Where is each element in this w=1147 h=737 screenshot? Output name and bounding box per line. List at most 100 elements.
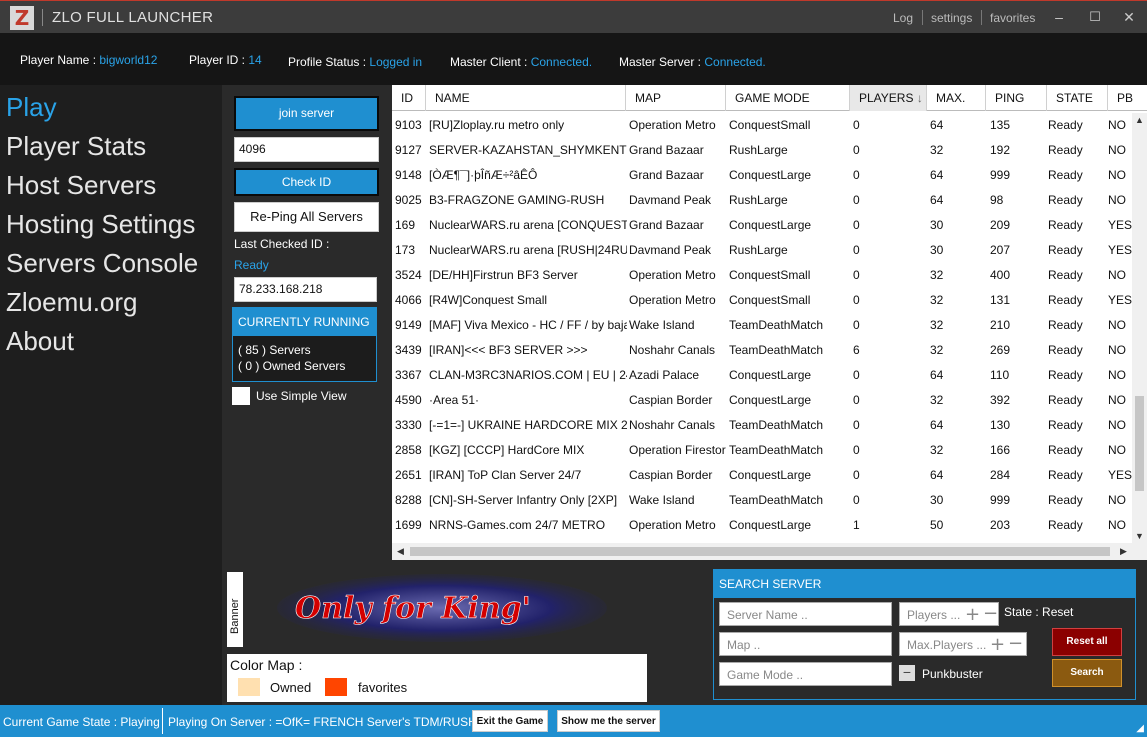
column-name[interactable]: NAME	[426, 85, 626, 111]
players-filter-input[interactable]: Players ... + −	[899, 602, 999, 626]
cell-id: 3524	[395, 268, 422, 282]
show-server-button[interactable]: Show me the server	[557, 710, 660, 732]
cell-game-mode: ConquestLarge	[729, 368, 812, 382]
table-row[interactable]: 173 NuclearWARS.ru arena [RUSH|24RUS Davma…	[392, 238, 1132, 263]
punkbuster-checkbox[interactable]: −	[899, 665, 915, 681]
table-row[interactable]: 9127 SERVER-KAZAHSTAN_SHYMKENT Grand Bazaa…	[392, 138, 1132, 163]
state-filter-label[interactable]: State : Reset	[1004, 605, 1073, 619]
footer-separator	[162, 708, 163, 734]
horizontal-scrollbar[interactable]: ◀ ▶	[392, 543, 1147, 560]
cell-map: Operation Firestor	[629, 443, 726, 457]
nav-player-stats[interactable]: Player Stats	[6, 131, 146, 162]
cell-map: Grand Bazaar	[629, 218, 704, 232]
close-icon[interactable]: ✕	[1119, 7, 1139, 27]
reset-all-button[interactable]: Reset all	[1052, 628, 1122, 656]
nav-servers-console[interactable]: Servers Console	[6, 248, 198, 279]
cell-pb: YES	[1108, 218, 1132, 232]
title-link-separator	[922, 10, 923, 25]
max-players-plus-icon[interactable]: +	[990, 636, 1005, 654]
players-plus-icon[interactable]: +	[965, 606, 980, 624]
profile-status: Profile Status : Logged in	[288, 55, 422, 69]
scroll-down-icon[interactable]: ▼	[1135, 531, 1144, 541]
cell-game-mode: TeamDeathMatch	[729, 343, 824, 357]
server-name-search-input[interactable]: Server Name ..	[719, 602, 892, 626]
scroll-up-icon[interactable]: ▲	[1135, 115, 1144, 125]
vertical-scroll-thumb[interactable]	[1135, 396, 1144, 491]
cell-name: NuclearWARS.ru arena [RUSH|24RUS	[429, 243, 627, 257]
log-link[interactable]: Log	[893, 11, 913, 25]
cell-map: Grand Bazaar	[629, 143, 704, 157]
table-row[interactable]: 9103 [RU]Zloplay.ru metro only Operation M…	[392, 113, 1132, 138]
table-row[interactable]: 9025 B3-FRAGZONE GAMING-RUSH Davmand Peak R…	[392, 188, 1132, 213]
table-row[interactable]: 3330 [-=1=-] UKRAINE HARDCORE MIX 24 Nosha…	[392, 413, 1132, 438]
column-id[interactable]: ID	[392, 85, 426, 111]
banner-tab[interactable]: Banner	[227, 572, 243, 647]
players-minus-icon[interactable]: −	[983, 605, 998, 623]
scroll-right-icon[interactable]: ▶	[1120, 546, 1127, 557]
nav-hosting-settings[interactable]: Hosting Settings	[6, 209, 195, 240]
search-server-panel: SEARCH SERVER Server Name .. Map .. Game…	[713, 569, 1136, 700]
join-server-button[interactable]: join server	[234, 96, 379, 131]
column-map[interactable]: MAP	[626, 85, 726, 111]
column-game-mode[interactable]: GAME MODE	[726, 85, 850, 111]
map-search-input[interactable]: Map ..	[719, 632, 892, 656]
cell-id: 9127	[395, 143, 422, 157]
nav-about[interactable]: About	[6, 326, 74, 357]
horizontal-scroll-thumb[interactable]	[410, 547, 1110, 556]
table-row[interactable]: 3367 CLAN-M3RC3NARIOS.COM | EU | 24/Azadi…	[392, 363, 1132, 388]
column-ping[interactable]: PING	[986, 85, 1047, 111]
table-row[interactable]: 9148 [ÒÆ¶¯]·þÎñÆ÷²âÊÔ Grand Bazaar Conquest…	[392, 163, 1132, 188]
exit-game-button[interactable]: Exit the Game	[472, 710, 548, 732]
resize-grip-icon[interactable]: ◢	[1136, 723, 1144, 734]
table-row[interactable]: 2651 [IRAN] ToP Clan Server 24/7 Caspian B…	[392, 463, 1132, 488]
table-row[interactable]: 4590 ·Area 51· Caspian Border ConquestLarge…	[392, 388, 1132, 413]
table-row[interactable]: 2858 [KGZ] [CCCP] HardCore MIX Operation F…	[392, 438, 1132, 463]
player-name-value: bigworld12	[99, 53, 158, 67]
game-mode-search-input[interactable]: Game Mode ..	[719, 662, 892, 686]
nav-zloemu[interactable]: Zloemu.org	[6, 287, 138, 318]
server-table: ID NAME MAP GAME MODE PLAYERS ↓ MAX. PIN…	[392, 85, 1147, 560]
table-row[interactable]: 3524 [DE/HH]Firstrun BF3 Server Operation …	[392, 263, 1132, 288]
app-title: ZLO FULL LAUNCHER	[52, 9, 214, 26]
running-servers-count: ( 85 ) Servers	[238, 343, 311, 357]
column-pb[interactable]: PB	[1108, 85, 1147, 111]
table-row[interactable]: 4066 [R4W]Conquest Small Operation Metro Co…	[392, 288, 1132, 313]
cell-pb: NO	[1108, 318, 1126, 332]
favorites-link[interactable]: favorites	[990, 11, 1035, 25]
table-row[interactable]: 8288 [CN]-SH-Server Infantry Only [2XP] Wa…	[392, 488, 1132, 513]
cell-game-mode: ConquestSmall	[729, 268, 811, 282]
nav-host-servers[interactable]: Host Servers	[6, 170, 156, 201]
cell-players: 0	[853, 118, 860, 132]
table-row[interactable]: 3439 [IRAN]<<< BF3 SERVER >>> Noshahr Cana…	[392, 338, 1132, 363]
cell-name: [DE/HH]Firstrun BF3 Server	[429, 268, 578, 282]
column-state[interactable]: STATE	[1047, 85, 1108, 111]
column-players[interactable]: PLAYERS ↓	[850, 85, 927, 111]
table-row[interactable]: 169 NuclearWARS.ru arena [CONQUEST|2 Grand…	[392, 213, 1132, 238]
vertical-scrollbar[interactable]: ▲ ▼	[1132, 113, 1147, 543]
scroll-left-icon[interactable]: ◀	[397, 546, 404, 557]
minimize-icon[interactable]: –	[1049, 7, 1069, 27]
cell-max: 32	[930, 143, 944, 157]
column-max[interactable]: MAX.	[927, 85, 986, 111]
table-row[interactable]: 9149 [MAF] Viva Mexico - HC / FF / by baj…	[392, 313, 1132, 338]
maximize-icon[interactable]: ☐	[1085, 7, 1105, 27]
nav-play[interactable]: Play	[6, 92, 57, 123]
max-players-filter-input[interactable]: Max.Players ... + −	[899, 632, 1027, 656]
ip-address-field[interactable]: 78.233.168.218	[234, 277, 377, 302]
server-id-input[interactable]: 4096	[234, 137, 379, 162]
cell-id: 3330	[395, 418, 422, 432]
cell-max: 32	[930, 393, 944, 407]
table-row[interactable]: 1699 NRNS-Games.com 24/7 METRO Operation M…	[392, 513, 1132, 538]
cell-game-mode: ConquestSmall	[729, 118, 811, 132]
master-client-label: Master Client :	[450, 55, 528, 69]
max-players-minus-icon[interactable]: −	[1008, 635, 1023, 653]
check-id-button[interactable]: Check ID	[234, 168, 379, 196]
settings-link[interactable]: settings	[931, 11, 972, 25]
cell-state: Ready	[1048, 418, 1083, 432]
cell-state: Ready	[1048, 243, 1083, 257]
cell-pb: NO	[1108, 343, 1126, 357]
reping-all-button[interactable]: Re-Ping All Servers	[234, 202, 379, 232]
simple-view-checkbox[interactable]	[232, 387, 250, 405]
cell-name: [CN]-SH-Server Infantry Only [2XP]	[429, 493, 618, 507]
search-button[interactable]: Search	[1052, 659, 1122, 687]
